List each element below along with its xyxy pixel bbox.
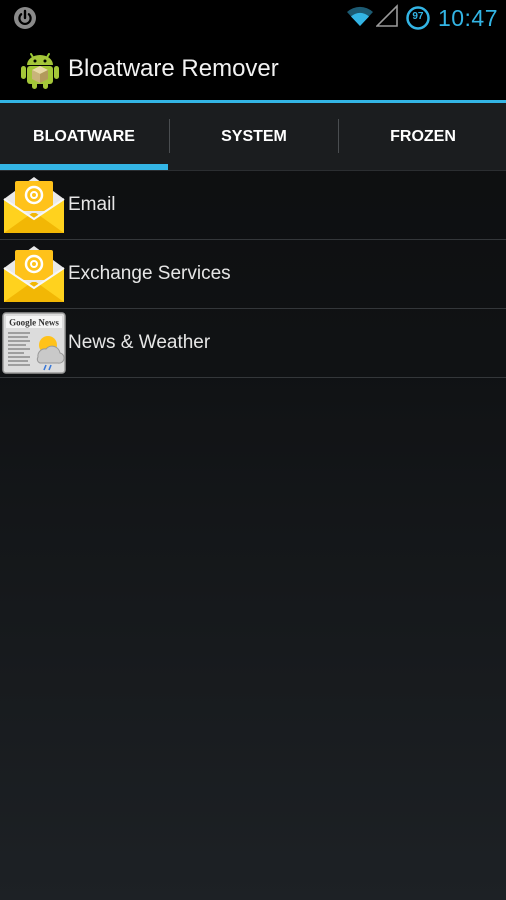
power-icon: [13, 6, 37, 30]
selected-tab-indicator: [0, 164, 168, 170]
list-item-email[interactable]: Email: [0, 171, 506, 240]
tab-label: FROZEN: [390, 127, 456, 145]
list-item-news-weather[interactable]: Google News News & Weather: [0, 309, 506, 378]
tab-bar: BLOATWARE SYSTEM FROZEN: [0, 103, 506, 171]
battery-level: 97: [412, 11, 424, 22]
email-envelope-icon: [2, 242, 66, 306]
app-name: News & Weather: [68, 332, 211, 353]
tab-bloatware[interactable]: BLOATWARE: [0, 103, 168, 170]
wifi-icon: [346, 4, 374, 33]
action-bar: Bloatware Remover: [0, 36, 506, 100]
tab-label: SYSTEM: [221, 127, 287, 145]
google-news-icon: Google News: [2, 311, 66, 375]
app-list: Email Exchange Services Google News News…: [0, 171, 506, 378]
list-item-exchange-services[interactable]: Exchange Services: [0, 240, 506, 309]
android-box-icon[interactable]: [20, 48, 60, 90]
tab-label: BLOATWARE: [33, 127, 135, 145]
clock: 10:47: [437, 4, 498, 31]
app-name: Exchange Services: [68, 263, 231, 284]
tab-system[interactable]: SYSTEM: [170, 103, 338, 170]
news-icon-text: Google News: [9, 318, 59, 328]
cell-signal-icon: [375, 3, 398, 33]
tab-frozen[interactable]: FROZEN: [339, 103, 506, 170]
app-title: Bloatware Remover: [68, 55, 279, 82]
status-bar: 97 10:47: [0, 0, 506, 36]
email-envelope-icon: [2, 173, 66, 237]
battery-indicator: 97: [406, 6, 430, 30]
app-name: Email: [68, 194, 116, 215]
